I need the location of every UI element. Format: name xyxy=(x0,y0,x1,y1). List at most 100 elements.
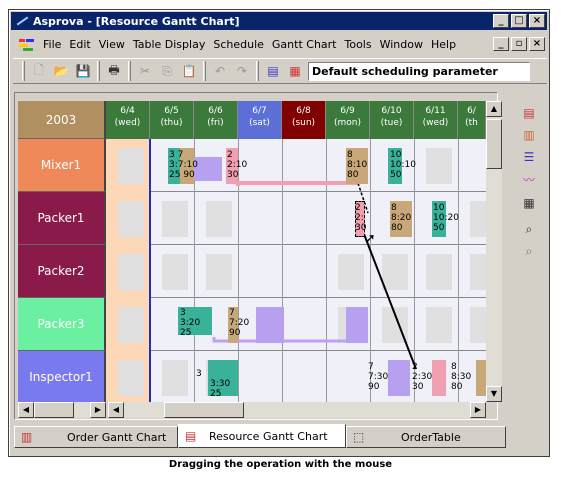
mdi-restore-button[interactable]: ▫ xyxy=(511,37,527,51)
load-graph-icon[interactable]: 〰 xyxy=(520,170,538,188)
operation-label: 3 3:30 25 xyxy=(194,369,234,399)
paste-icon[interactable]: 📋 xyxy=(178,61,200,81)
mouse-cursor-icon: ➚ xyxy=(364,231,376,247)
op-time: 3: xyxy=(169,160,178,170)
op-time: 3:30 xyxy=(210,379,231,389)
op-qty: 80 xyxy=(451,382,463,392)
op-qty: 50 xyxy=(433,223,445,233)
op-qty: 30 xyxy=(227,170,239,180)
maximize-button[interactable]: □ xyxy=(511,14,527,28)
vertical-scroll-thumb[interactable] xyxy=(486,119,502,169)
menu-bar: File Edit View Table Display Schedule Ga… xyxy=(13,34,547,54)
tab-label: Resource Gantt Chart xyxy=(209,429,328,443)
zoom-in-icon[interactable]: ⌕ xyxy=(520,220,538,238)
reschedule-icon[interactable]: ▦ xyxy=(284,61,306,81)
op-time: 2:30 xyxy=(412,372,433,382)
operation-label: 7 7:30 90 xyxy=(368,362,398,392)
menu-edit[interactable]: Edit xyxy=(65,38,94,51)
op-time: 8:30 xyxy=(451,372,472,382)
scroll-left-button[interactable]: ◀ xyxy=(18,402,34,418)
op-time: 10:10 xyxy=(390,160,416,170)
tab-label: Order Gantt Chart xyxy=(67,430,167,444)
op-time: 7:30 xyxy=(368,372,389,382)
operation-label: 3 7 3:7:10 25 90 xyxy=(169,150,229,180)
op-time: 10:20 xyxy=(433,213,459,223)
tab-ordertable[interactable]: ⬚ OrderTable xyxy=(346,426,506,448)
op-qty: 25 xyxy=(180,328,192,338)
gantt-lines-icon[interactable]: ☰ xyxy=(520,148,538,166)
menu-schedule[interactable]: Schedule xyxy=(209,38,268,51)
undo-icon[interactable]: ↶ xyxy=(209,61,231,81)
op-order: 7 xyxy=(177,150,184,160)
resource-gantt-chart[interactable]: 2003 6/4 (wed) 6/5 (thu) 6/6 (fri) 6/7 (sat)… xyxy=(18,101,486,402)
open-icon[interactable]: 📂 xyxy=(50,61,72,81)
vertical-scrollbar[interactable]: ▲ ▼ xyxy=(486,101,502,402)
row-header-hscrollbar[interactable]: ◀ ▶ xyxy=(18,402,106,418)
operation-bar[interactable] xyxy=(256,307,284,343)
redo-icon[interactable]: ↷ xyxy=(231,61,253,81)
op-time: 2: xyxy=(355,213,364,223)
operation-label: 8 8:30 80 xyxy=(451,362,481,392)
op-order: 8 xyxy=(451,362,457,372)
op-order: 10 xyxy=(433,203,445,213)
main-toolbar: 🗋 📂 💾 🖶 ✂ ⎘ 📋 ↶ ↷ ▤ ▦ Default scheduling… xyxy=(13,58,547,84)
save-icon[interactable]: 💾 xyxy=(72,61,94,81)
horizontal-scroll-thumb[interactable] xyxy=(164,402,244,418)
tab-order-gantt-chart[interactable]: ▥ Order Gantt Chart xyxy=(14,426,178,448)
toolbar-separator xyxy=(203,61,206,81)
menu-view[interactable]: View xyxy=(95,38,129,51)
menu-window[interactable]: Window xyxy=(376,38,427,51)
scroll-left-button[interactable]: ◀ xyxy=(108,402,124,418)
resource-gantt-icon[interactable]: ▤ xyxy=(520,104,538,122)
copy-icon[interactable]: ⎘ xyxy=(156,61,178,81)
scroll-right-button[interactable]: ▶ xyxy=(90,402,106,418)
gantt-side-toolbar: ▤ ▥ ☰ 〰 ▦ ⌕ ⌕ xyxy=(514,96,542,276)
minimize-button[interactable]: _ xyxy=(493,14,509,28)
tab-resource-gantt-chart[interactable]: ▤ Resource Gantt Chart xyxy=(178,424,346,448)
op-qty: 90 xyxy=(368,382,380,392)
op-qty: 25 xyxy=(210,389,222,399)
op-time: 8:10 xyxy=(347,160,368,170)
op-qty: 80 xyxy=(391,223,403,233)
op-qty: 30 xyxy=(412,382,424,392)
scroll-up-button[interactable]: ▲ xyxy=(486,101,502,117)
scroll-right-button[interactable]: ▶ xyxy=(470,402,486,418)
op-order: 3 xyxy=(180,308,186,318)
menu-table-display[interactable]: Table Display xyxy=(129,38,210,51)
menu-tools[interactable]: Tools xyxy=(341,38,376,51)
view-tabs: ▥ Order Gantt Chart ▤ Resource Gantt Cha… xyxy=(14,424,514,448)
mdi-close-button[interactable]: × xyxy=(529,37,545,51)
menu-file[interactable]: File xyxy=(39,38,65,51)
order-gantt-icon[interactable]: ▥ xyxy=(520,126,538,144)
op-order: 7 xyxy=(368,362,374,372)
scroll-down-button[interactable]: ▼ xyxy=(486,386,502,402)
op-qty: 90 xyxy=(183,170,195,180)
op-order: 3 xyxy=(196,369,202,379)
gantt-hscrollbar[interactable]: ◀ ▶ xyxy=(108,402,486,418)
menu-help[interactable]: Help xyxy=(427,38,460,51)
op-time: 7:20 xyxy=(229,318,250,328)
table-icon[interactable]: ▦ xyxy=(520,194,538,212)
close-button[interactable]: × xyxy=(529,14,545,28)
operation-label: 7 7:20 90 xyxy=(229,308,259,338)
op-time: 7:10 xyxy=(177,160,198,170)
cut-icon[interactable]: ✂ xyxy=(134,61,156,81)
op-time: 8:20 xyxy=(391,213,412,223)
toolbar-grip[interactable] xyxy=(22,61,25,81)
mdi-minimize-button[interactable]: _ xyxy=(493,37,509,51)
print-icon[interactable]: 🖶 xyxy=(103,61,125,81)
menu-gantt-chart[interactable]: Gantt Chart xyxy=(268,38,341,51)
new-icon[interactable]: 🗋 xyxy=(28,61,50,81)
schedule-icon[interactable]: ▤ xyxy=(262,61,284,81)
operation-bar[interactable] xyxy=(346,307,368,343)
op-qty: 25 xyxy=(169,170,181,180)
op-order: 10 xyxy=(390,150,402,160)
operation-label: 8 8:20 80 xyxy=(391,203,421,233)
horizontal-scroll-thumb[interactable] xyxy=(34,402,74,418)
op-time: 2:10 xyxy=(227,160,248,170)
op-order: 7 xyxy=(229,308,235,318)
operation-label: 2 2:10 30 xyxy=(227,150,257,180)
op-order: 2 xyxy=(412,362,418,372)
scheduling-parameter-field[interactable]: Default scheduling parameter xyxy=(308,61,530,81)
zoom-out-icon[interactable]: ⌕ xyxy=(520,242,538,260)
